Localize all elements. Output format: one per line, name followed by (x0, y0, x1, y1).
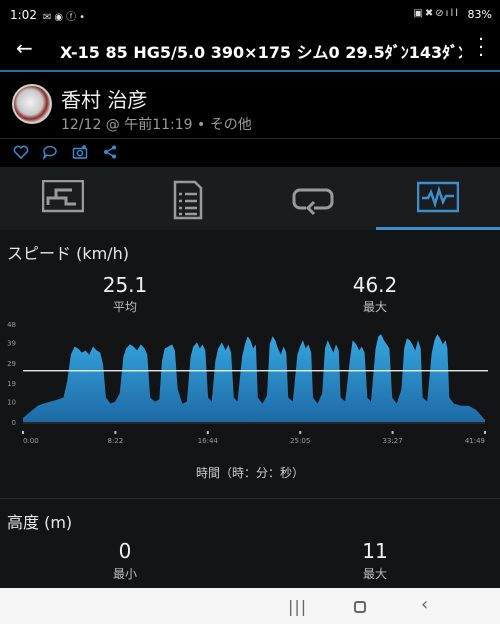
activity-title: X-15 85 HG5/5.0 390×175 シム0 29.5ﾀﾞﾝ143ﾀﾞ… (60, 43, 462, 62)
elevation-section: 高度 (m) 0 最小 11 最大 (0, 499, 500, 588)
notification-icons: ✉◉ⓕ• (43, 12, 89, 23)
activity-tabs (0, 167, 500, 230)
speed-avg-value: 25.1 (102, 273, 148, 297)
tab-overview[interactable] (0, 167, 125, 230)
x-tick-label: 41:49 (465, 437, 485, 445)
x-tick-mark (299, 431, 302, 434)
system-nav-bar: ||| ‹ (0, 588, 500, 624)
x-tick-mark (206, 431, 209, 434)
home-icon[interactable] (354, 598, 366, 617)
status-bar: 1:02 ✉◉ⓕ• ▣✖⊘ıll 83% (0, 0, 500, 30)
x-axis-title: 時間（時：分：秒） (195, 466, 304, 480)
more-options-icon[interactable]: · · · (476, 31, 486, 65)
speed-section-title: スピード (km/h) (7, 244, 129, 263)
laps-icon (292, 188, 334, 216)
speed-chart[interactable]: 0 10 19 29 39 48 0:00 8:22 16:44 25:05 33:27 41:49 (0, 318, 500, 448)
x-tick-label: 0:00 (23, 437, 39, 445)
map-icon (42, 180, 84, 213)
like-icon[interactable] (13, 144, 29, 160)
speed-max-value: 46.2 (352, 273, 398, 297)
y-tick-label: 0 (12, 419, 16, 427)
y-tick-label: 19 (7, 380, 16, 388)
tab-stats[interactable] (125, 167, 250, 230)
elevation-section-title: 高度 (m) (7, 513, 73, 532)
y-tick-label: 29 (7, 360, 16, 368)
elevation-min-value: 0 (118, 539, 132, 563)
x-tick-label: 16:44 (198, 437, 219, 445)
system-icons: ▣✖⊘ıll (413, 8, 460, 19)
selected-tab-indicator (376, 227, 500, 230)
camera-icon[interactable] (72, 144, 88, 160)
document-icon (173, 180, 203, 220)
x-tick-label: 8:22 (108, 437, 124, 445)
y-tick-label: 39 (7, 339, 16, 347)
avatar[interactable] (12, 84, 52, 124)
x-tick-label: 33:27 (383, 437, 403, 445)
speed-chart-svg: 0 10 19 29 39 48 0:00 8:22 16:44 25:05 33:27 41:49 (7, 321, 488, 445)
back-icon[interactable]: ‹ (421, 594, 428, 615)
x-tick-label: 25:05 (290, 437, 310, 445)
social-actions (0, 139, 500, 167)
elevation-max-label: 最大 (362, 567, 387, 581)
share-icon[interactable] (102, 144, 118, 160)
status-time: 1:02 (10, 8, 37, 22)
speed-avg-label: 平均 (112, 300, 137, 314)
author-name: 香村 治彦 (61, 88, 148, 112)
x-tick-mark (22, 431, 24, 434)
chart-icon (417, 181, 459, 213)
x-tick-mark (114, 431, 117, 434)
back-arrow-icon[interactable]: ← (16, 36, 33, 60)
elevation-max-value: 11 (362, 539, 388, 563)
elevation-min-label: 最小 (112, 567, 137, 581)
y-tick-label: 48 (7, 321, 16, 329)
activity-meta: 12/12 @ 午前11:19 • その他 (61, 117, 252, 133)
speed-max-label: 最大 (362, 300, 387, 314)
y-tick-label: 10 (7, 399, 16, 407)
recents-icon[interactable]: ||| (288, 597, 307, 616)
activity-header: 香村 治彦 12/12 @ 午前11:19 • その他 (0, 72, 500, 138)
x-tick-mark (391, 431, 394, 434)
speed-area-series (23, 334, 485, 422)
battery-level: 83% (467, 8, 492, 21)
app-bar: ← X-15 85 HG5/5.0 390×175 シム0 29.5ﾀﾞﾝ143… (0, 30, 500, 70)
comment-icon[interactable] (42, 144, 58, 160)
tab-charts[interactable] (375, 167, 500, 230)
x-tick-mark (484, 431, 486, 434)
tab-laps[interactable] (250, 167, 375, 230)
